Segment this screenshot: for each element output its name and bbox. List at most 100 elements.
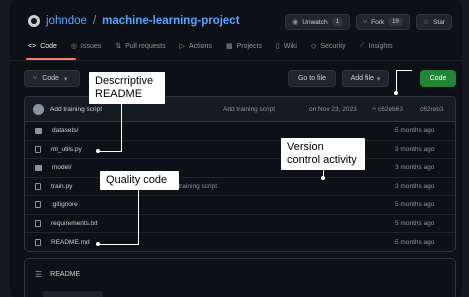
issue-icon: ◎ — [70, 43, 78, 50]
tab-wiki-label: Wiki — [283, 42, 297, 50]
file-time: 3 months ago — [395, 164, 435, 172]
commit-hash-secondary: c62reb3 — [420, 105, 444, 113]
play-icon: ▷ — [179, 43, 185, 50]
code-icon: <> — [28, 42, 37, 50]
tab-issues[interactable]: ◎ Issues — [70, 42, 102, 51]
tab-actions-label: Actions — [189, 42, 212, 50]
table-icon: ▦ — [225, 43, 233, 50]
avatar[interactable] — [33, 103, 44, 115]
annotation-quality-code: Quality code — [100, 171, 179, 191]
star-icon: ☆ — [422, 19, 430, 26]
readme-panel: ☰ README — [24, 258, 456, 297]
commit-message-secondary: Add training script — [223, 105, 276, 113]
star-label: Star — [433, 18, 445, 26]
repo-name-link[interactable]: machine-learning-project — [102, 15, 239, 27]
chevron-down-icon: ▾ — [376, 75, 381, 83]
tab-insights-label: Insights — [368, 42, 393, 50]
tab-code[interactable]: <> Code — [28, 42, 57, 50]
list-icon[interactable]: ☰ — [35, 270, 42, 279]
tab-pull-requests-label: Pull requests — [125, 42, 166, 50]
file-time: 5 months ago — [395, 127, 435, 135]
file-icon — [35, 238, 41, 246]
file-name-link[interactable]: datasets/ — [52, 127, 78, 134]
annotation-descriptive-readme: Descrriptive README — [89, 72, 165, 105]
eye-icon: ◉ — [292, 19, 299, 26]
tab-issues-label: Issues — [81, 42, 102, 50]
branch-icon: ⑂ — [33, 75, 38, 82]
file-icon — [35, 219, 41, 227]
file-name-link[interactable]: train.py — [51, 183, 72, 190]
tab-actions[interactable]: ▷ Actions — [179, 42, 212, 51]
code-dropdown-button[interactable]: Code — [420, 70, 456, 87]
file-name-link[interactable]: requirements.txt — [51, 220, 98, 227]
fork-count: 19 — [388, 18, 403, 26]
repo-title: johndoe / machine-learning-project — [28, 15, 240, 27]
annotation-line — [121, 103, 122, 151]
file-time: 3 months ago — [395, 145, 435, 153]
tab-code-label: Code — [40, 42, 57, 50]
tab-pull-requests[interactable]: ⇅ Pull requests — [115, 42, 166, 51]
go-to-file-button[interactable]: Go to file — [288, 70, 336, 87]
file-row[interactable]: train.py Add training script 3 months ag… — [25, 178, 455, 196]
file-row[interactable]: requirements.txt 5 months ago — [25, 215, 455, 233]
annotation-dot — [96, 149, 100, 153]
annotation-line — [138, 190, 139, 244]
file-time: 5 months ago — [395, 219, 435, 227]
repo-tabs: <> Code ◎ Issues ⇅ Pull requests ▷ Actions ▦… — [28, 42, 393, 50]
commit-message-link[interactable]: Add training script — [50, 106, 102, 113]
readme-title: README — [50, 271, 81, 278]
file-row[interactable]: .gitignore 5 months ago — [25, 196, 455, 215]
add-file-label: Add file — [350, 75, 374, 82]
shield-icon: ◇ — [310, 43, 317, 50]
fork-button[interactable]: ⑂ Fork 19 — [355, 14, 410, 30]
annotation-dot — [394, 91, 398, 95]
book-icon: ▯ — [275, 43, 280, 50]
folder-icon — [35, 164, 42, 171]
folder-icon — [35, 127, 42, 134]
tab-wiki[interactable]: ▯ Wiki — [275, 42, 297, 51]
watch-count: 1 — [331, 18, 343, 26]
add-file-button[interactable]: Add file ▾ — [342, 70, 389, 87]
annotation-line — [98, 244, 139, 245]
unwatch-button[interactable]: ◉ Unwatch 1 — [285, 14, 350, 30]
file-icon — [35, 201, 41, 209]
annotation-line — [98, 151, 122, 152]
annotation-dot — [96, 242, 100, 246]
repo-separator: / — [92, 15, 97, 27]
file-row[interactable]: ml_utils.py 3 months ago — [25, 141, 455, 159]
star-button[interactable]: ☆ Star — [415, 14, 452, 30]
file-name-link[interactable]: README.md — [51, 239, 90, 246]
graph-icon: ⟋ — [359, 42, 365, 49]
file-time: 5 months ago — [395, 238, 435, 246]
tab-projects-label: Projects — [236, 42, 262, 50]
annotation-dot — [321, 176, 325, 180]
repo-owner-link[interactable]: johndoe — [46, 15, 87, 27]
file-icon — [35, 182, 41, 190]
tab-security[interactable]: ◇ Security — [310, 42, 346, 51]
tab-security-label: Security — [320, 42, 346, 50]
file-name-link[interactable]: .gitignore — [51, 201, 78, 208]
commit-date: on Nov 23, 2023 — [309, 105, 357, 113]
branch-label: Code — [42, 75, 59, 82]
tab-projects[interactable]: ▦ Projects — [225, 42, 262, 51]
tabs-divider — [10, 60, 462, 61]
header-actions: ◉ Unwatch 1 ⑂ Fork 19 ☆ Star — [285, 14, 452, 30]
readme-header: ☰ README — [25, 259, 455, 279]
file-time: 5 months ago — [395, 201, 435, 209]
unwatch-label: Unwatch — [302, 18, 328, 26]
file-row[interactable]: datasets/ 5 months ago — [25, 122, 455, 141]
commit-icon: ⑃ — [372, 105, 377, 113]
annotation-version-control: Version control activity — [281, 138, 365, 171]
commit-hash: c62eb63 — [378, 105, 403, 113]
fork-label: Fork — [371, 18, 385, 26]
branch-select-button[interactable]: ⑂ Code ▾ — [24, 70, 80, 87]
file-row[interactable]: model/ 3 months ago — [25, 159, 455, 178]
file-name-link[interactable]: ml_utils.py — [51, 146, 82, 153]
fork-icon: ⑂ — [362, 18, 368, 26]
file-name-link[interactable]: model/ — [52, 164, 72, 171]
file-icon — [35, 145, 41, 153]
commit-hash-link[interactable]: ⑃ c62eb63 — [372, 106, 403, 113]
file-row[interactable]: README.md 5 months ago — [25, 233, 455, 251]
tab-insights[interactable]: ⟋ Insights — [360, 42, 393, 50]
github-icon — [28, 15, 40, 27]
